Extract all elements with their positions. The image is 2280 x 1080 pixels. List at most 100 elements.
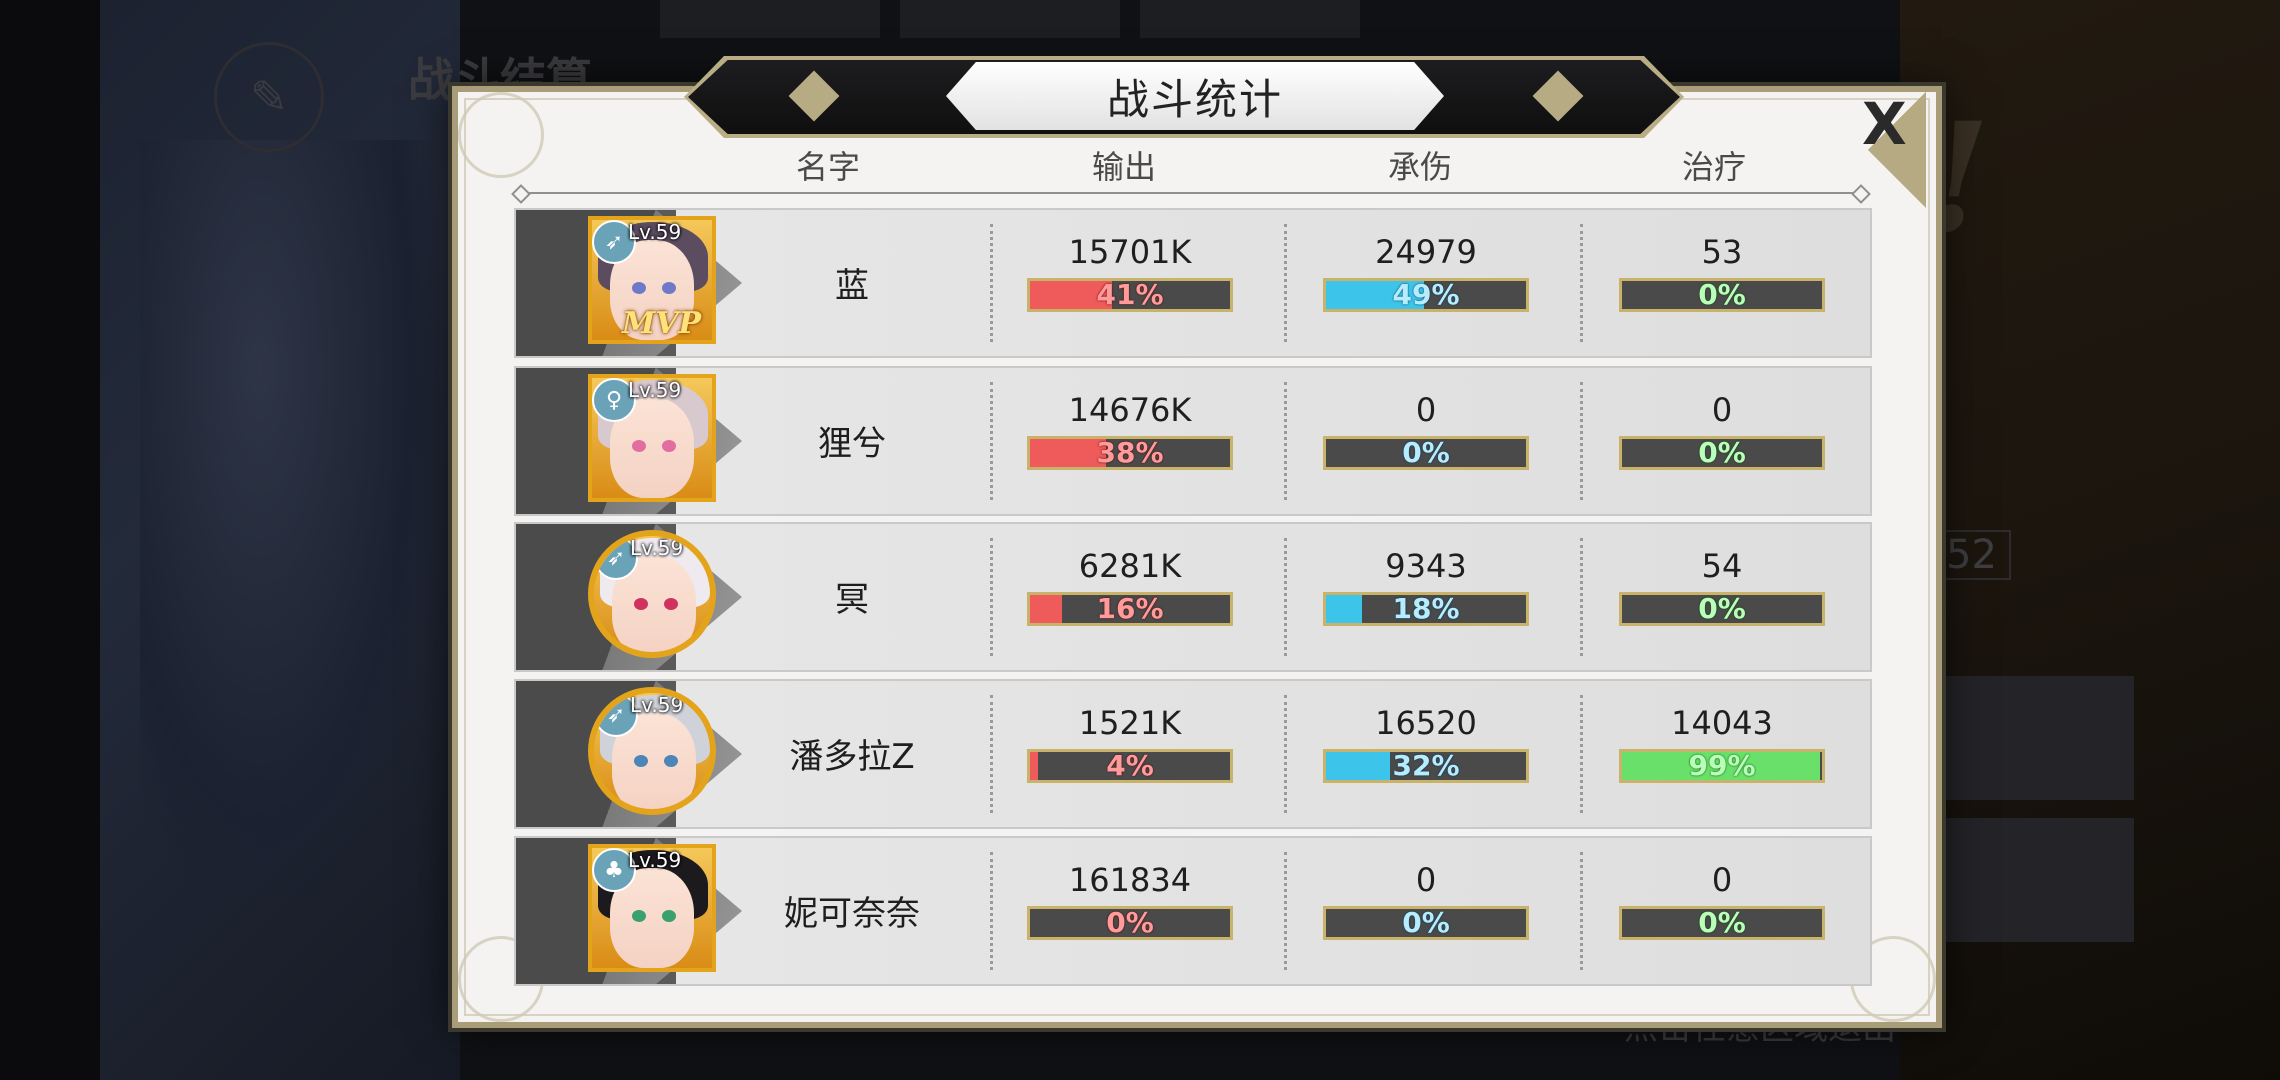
damage-taken-value: 16520 (1375, 704, 1477, 742)
output-bar: 41% (1027, 278, 1233, 312)
column-separator (990, 538, 993, 656)
column-separator (1284, 538, 1287, 656)
avatar-eye (634, 755, 648, 767)
output-value: 6281K (1078, 547, 1182, 585)
healing-cell: 54 0% (1616, 546, 1828, 626)
table-row[interactable]: ➶ Lv.59 MVP 蓝 15701K 41% 24979 49% 53 0% (514, 208, 1872, 358)
character-avatar[interactable]: ♀ Lv.59 (588, 374, 716, 502)
output-cell: 14676K 38% (1024, 390, 1236, 470)
output-percent: 38% (1096, 436, 1164, 469)
column-header-damage-taken: 承伤 (1387, 148, 1452, 186)
avatar-eye (662, 910, 676, 922)
output-value: 161834 (1068, 861, 1192, 899)
avatar-eye (664, 598, 678, 610)
column-header-name: 名字 (795, 148, 860, 186)
header-title-plate: 战斗统计 (946, 62, 1444, 130)
avatar-eye (664, 755, 678, 767)
column-separator (1580, 224, 1583, 342)
damage-taken-percent: 0% (1402, 906, 1450, 939)
healing-bar: 0% (1619, 906, 1825, 940)
damage-taken-bar: 49% (1323, 278, 1529, 312)
damage-taken-cell: 9343 18% (1320, 546, 1532, 626)
avatar-eye (632, 910, 646, 922)
output-value: 1521K (1078, 704, 1182, 742)
damage-taken-value: 0 (1415, 861, 1437, 899)
output-percent: 4% (1106, 749, 1154, 782)
healing-percent: 0% (1698, 906, 1746, 939)
background-character-art (100, 0, 460, 1080)
healing-cell: 14043 99% (1616, 703, 1828, 783)
healing-percent: 99% (1688, 749, 1756, 782)
column-separator (1580, 852, 1583, 970)
damage-taken-bar: 0% (1323, 436, 1529, 470)
output-bar: 4% (1027, 749, 1233, 783)
output-bar: 38% (1027, 436, 1233, 470)
healing-percent: 0% (1698, 278, 1746, 311)
healing-cell: 0 0% (1616, 860, 1828, 940)
damage-taken-percent: 0% (1402, 436, 1450, 469)
damage-taken-bar: 0% (1323, 906, 1529, 940)
avatar-eye (662, 440, 676, 452)
column-separator (1284, 382, 1287, 500)
character-name: 狸兮 (818, 424, 886, 464)
column-header-healing: 治疗 (1681, 148, 1746, 186)
close-icon[interactable]: X (1862, 90, 1907, 158)
character-name: 潘多拉Z (789, 737, 915, 777)
level-badge: Lv.59 (628, 848, 682, 872)
damage-taken-cell: 24979 49% (1320, 232, 1532, 312)
avatar-eye (662, 282, 676, 294)
damage-taken-bar: 32% (1323, 749, 1529, 783)
column-separator (1284, 695, 1287, 813)
column-separator (1284, 852, 1287, 970)
character-avatar[interactable]: ➶ Lv.59 (588, 530, 716, 658)
healing-cell: 53 0% (1616, 232, 1828, 312)
healing-percent: 0% (1698, 592, 1746, 625)
corner-ornament (458, 92, 544, 178)
healing-bar: 0% (1619, 592, 1825, 626)
avatar-eye (634, 598, 648, 610)
settlement-icon: ✎ (214, 42, 324, 152)
character-avatar[interactable]: ♣ Lv.59 (588, 844, 716, 972)
damage-taken-cell: 0 0% (1320, 860, 1532, 940)
healing-bar: 99% (1619, 749, 1825, 783)
header-divider (520, 192, 1862, 194)
healing-percent: 0% (1698, 436, 1746, 469)
output-bar: 0% (1027, 906, 1233, 940)
damage-taken-cell: 0 0% (1320, 390, 1532, 470)
character-name: 冥 (835, 580, 869, 620)
character-name: 蓝 (835, 266, 869, 306)
column-separator (1580, 382, 1583, 500)
healing-value: 54 (1701, 547, 1743, 585)
background-tile (2010, 676, 2134, 800)
output-value: 15701K (1068, 233, 1192, 271)
character-avatar[interactable]: ➶ Lv.59 (588, 687, 716, 815)
character-name: 妮可奈奈 (784, 894, 920, 934)
table-row[interactable]: ➶ Lv.59 冥 6281K 16% 9343 18% 54 0% (514, 522, 1872, 672)
damage-taken-bar: 18% (1323, 592, 1529, 626)
level-badge: Lv.59 (628, 378, 682, 402)
healing-bar: 0% (1619, 436, 1825, 470)
column-separator (990, 852, 993, 970)
table-row[interactable]: ♀ Lv.59 狸兮 14676K 38% 0 0% 0 0% (514, 366, 1872, 516)
level-badge: Lv.59 (630, 693, 684, 717)
column-separator (1580, 538, 1583, 656)
column-separator (990, 224, 993, 342)
healing-value: 0 (1711, 391, 1733, 429)
column-separator (990, 382, 993, 500)
level-badge: Lv.59 (630, 536, 684, 560)
column-header-output: 输出 (1091, 148, 1156, 186)
character-avatar[interactable]: ➶ Lv.59 MVP (588, 216, 716, 344)
damage-taken-value: 24979 (1375, 233, 1477, 271)
output-percent: 16% (1096, 592, 1164, 625)
healing-value: 0 (1711, 861, 1733, 899)
column-separator (1580, 695, 1583, 813)
mvp-badge: MVP (622, 306, 702, 341)
table-row[interactable]: ♣ Lv.59 妮可奈奈 161834 0% 0 0% 0 0% (514, 836, 1872, 986)
damage-taken-percent: 32% (1392, 749, 1460, 782)
column-separator (1284, 224, 1287, 342)
table-row[interactable]: ➶ Lv.59 潘多拉Z 1521K 4% 16520 32% 14043 99… (514, 679, 1872, 829)
avatar-eye (632, 440, 646, 452)
damage-taken-percent: 18% (1392, 592, 1460, 625)
healing-value: 53 (1701, 233, 1743, 271)
output-percent: 0% (1106, 906, 1154, 939)
